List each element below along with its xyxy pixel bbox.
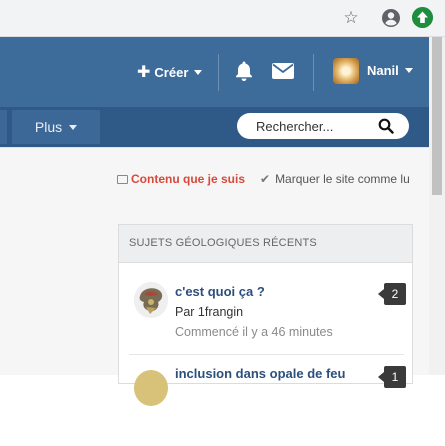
user-menu[interactable]: Nanil [367, 63, 413, 78]
envelope-icon[interactable] [272, 63, 294, 79]
nav-more-label: Plus [34, 119, 63, 135]
user-name: Nanil [367, 63, 399, 78]
nav-more-tab[interactable]: Plus [12, 110, 100, 144]
bell-icon[interactable] [234, 60, 254, 82]
create-button[interactable]: ✚ Créer [137, 62, 203, 82]
user-bar: ✚ Créer Nanil [0, 37, 429, 107]
search-icon[interactable] [378, 118, 394, 134]
scrollbar-thumb[interactable] [432, 37, 442, 195]
list-item[interactable]: inclusion dans opale de feu 1 [119, 356, 412, 446]
followed-content-label: Contenu que je suis [131, 172, 246, 186]
scrollbar[interactable] [429, 37, 445, 375]
divider [313, 54, 314, 91]
author-avatar[interactable] [134, 370, 168, 406]
chevron-down-icon [194, 69, 203, 75]
topic-title[interactable]: inclusion dans opale de feu [175, 366, 345, 381]
recent-topics-widget: SUJETS GÉOLOGIQUES RÉCENTS c'est quoi ça… [118, 224, 413, 406]
extension-icon[interactable] [412, 7, 433, 28]
chevron-down-icon [404, 68, 413, 73]
feed-icon [117, 174, 128, 184]
topic-time: Commencé il y a 46 minutes [175, 325, 333, 339]
check-icon: ✔ [260, 172, 271, 186]
site-header: ✚ Créer Nanil Plus Rechercher... [0, 37, 429, 147]
main-nav: Plus Rechercher... [0, 107, 429, 147]
search-placeholder: Rechercher... [256, 119, 334, 134]
plus-icon: ✚ [137, 64, 151, 81]
widget-title: SUJETS GÉOLOGIQUES RÉCENTS [119, 225, 412, 263]
browser-toolbar: ☆ [0, 0, 445, 37]
account-circle-icon[interactable] [381, 8, 401, 28]
user-avatar[interactable] [333, 58, 359, 84]
nav-tab[interactable] [0, 110, 7, 144]
divider [0, 147, 429, 148]
page-content: Contenu que je suis ✔ Marquer le site co… [0, 147, 429, 406]
create-label: Créer [154, 64, 189, 80]
reply-count-badge: 2 [378, 283, 406, 305]
topic-author[interactable]: Par 1frangin [175, 305, 243, 319]
mark-site-read-label: Marquer le site comme lu [275, 172, 410, 186]
divider [129, 354, 404, 355]
reply-count-badge: 1 [378, 366, 406, 388]
mark-site-read-link[interactable]: ✔ Marquer le site comme lu [260, 172, 410, 186]
chevron-down-icon [69, 124, 78, 130]
divider [218, 54, 219, 91]
list-item[interactable]: c'est quoi ça ? Par 1frangin Commencé il… [119, 264, 412, 355]
search-input[interactable]: Rechercher... [237, 113, 409, 139]
star-icon[interactable]: ☆ [341, 8, 361, 28]
topic-title[interactable]: c'est quoi ça ? [175, 284, 265, 299]
address-bar[interactable] [0, 5, 368, 32]
author-avatar[interactable] [134, 282, 168, 318]
followed-content-link[interactable]: Contenu que je suis [117, 172, 245, 186]
